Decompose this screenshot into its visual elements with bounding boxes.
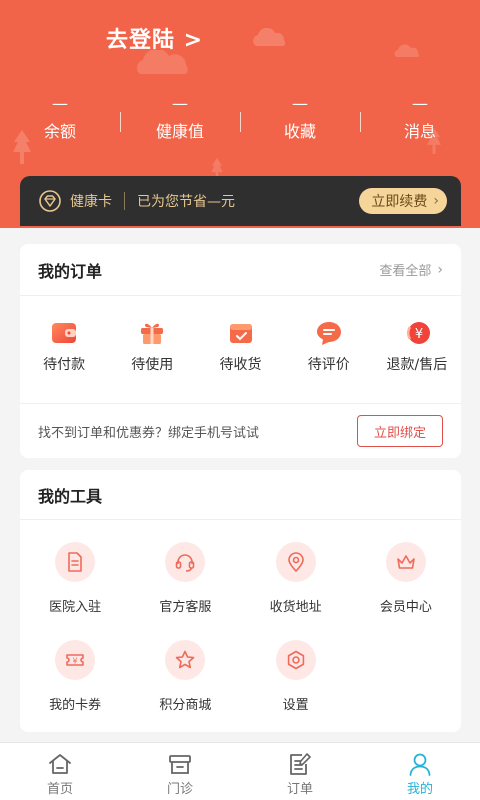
login-link[interactable]: 去登陆 >: [106, 22, 203, 54]
svg-text:¥: ¥: [415, 327, 423, 342]
order-status-row: 待付款 待使用 待收货 待评价 ¥ 退款/售后: [20, 296, 461, 404]
document-icon: [68, 552, 82, 572]
settings-gear-icon: [287, 650, 304, 670]
gift-icon: [141, 323, 164, 344]
cloud-decoration-icon: [394, 44, 419, 57]
tool-icon-bg: [275, 640, 316, 680]
chevron-right-icon: ›: [433, 193, 439, 209]
nav-profile[interactable]: 我的: [360, 743, 480, 800]
nav-home[interactable]: 首页: [0, 743, 120, 800]
stat-messages[interactable]: — 消息: [360, 94, 480, 144]
stat-label: 收藏: [283, 122, 316, 141]
order-item-label: 待收货: [219, 357, 262, 373]
my-orders-card: 我的订单 查看全部 › 待付款 待使用 待收货 待评价 ¥ 退款/售后 找不到订…: [20, 244, 461, 458]
star-icon: [176, 650, 195, 669]
account-stats: — 余额 — 健康值 — 收藏 — 消息: [0, 94, 480, 144]
stat-value: —: [52, 94, 68, 113]
tool-label: 我的卡券: [49, 698, 102, 713]
order-pending-payment[interactable]: 待付款: [20, 296, 108, 403]
stat-value: —: [172, 94, 188, 113]
renew-button-label: 立即续费: [371, 194, 428, 210]
view-all-orders-link[interactable]: 查看全部 ›: [379, 260, 443, 280]
tool-shipping-address[interactable]: 收货地址: [241, 542, 351, 630]
orders-header: 我的订单 查看全部 ›: [20, 244, 461, 296]
cloud-decoration-icon: [253, 28, 285, 46]
nav-label: 首页: [46, 782, 73, 797]
order-to-review[interactable]: 待评价: [285, 296, 373, 403]
tools-header: 我的工具: [20, 470, 461, 520]
nav-label: 订单: [286, 782, 313, 797]
order-item-label: 待使用: [131, 357, 174, 373]
tool-label: 收货地址: [269, 600, 322, 615]
refund-icon: ¥: [406, 322, 430, 344]
divider: [124, 192, 125, 210]
stat-favorites[interactable]: — 收藏: [240, 94, 360, 144]
diamond-icon: [39, 190, 61, 212]
orders-title: 我的订单: [38, 261, 103, 281]
tool-label: 官方客服: [159, 600, 212, 615]
tool-icon-bg: [275, 542, 316, 582]
tool-icon-bg: [55, 542, 96, 582]
crown-icon: [397, 555, 415, 569]
tool-settings[interactable]: 设置: [241, 640, 351, 728]
stat-balance[interactable]: — 余额: [0, 94, 120, 144]
comment-icon: [316, 322, 341, 345]
order-list-icon: [290, 753, 311, 775]
clinic-icon: [169, 755, 191, 774]
my-tools-card: 我的工具 医院入驻 官方客服 收货地址 会员中心 ¥ 我的卡券 积分商城 设置: [20, 470, 461, 732]
nav-orders[interactable]: 订单: [240, 743, 360, 800]
bind-phone-row: 找不到订单和优惠券？绑定手机号试试 立即绑定: [20, 404, 461, 458]
renew-button[interactable]: 立即续费 ›: [359, 188, 447, 214]
order-item-label: 退款/售后: [386, 357, 448, 373]
order-item-label: 待评价: [307, 357, 350, 373]
user-icon: [409, 753, 431, 776]
stat-health-value[interactable]: — 健康值: [120, 94, 240, 144]
delivery-box-icon: [229, 324, 252, 343]
chevron-right-icon: ›: [437, 261, 443, 278]
tool-icon-bg: ¥: [55, 640, 96, 680]
tool-label: 会员中心: [379, 600, 432, 615]
nav-clinic[interactable]: 门诊: [120, 743, 240, 800]
wallet-icon: [52, 323, 77, 343]
location-pin-icon: [287, 552, 304, 572]
svg-text:¥: ¥: [73, 657, 78, 666]
home-icon: [49, 754, 71, 774]
nav-label: 我的: [406, 782, 433, 797]
tool-member-center[interactable]: 会员中心: [351, 542, 461, 630]
bind-phone-tip: 找不到订单和优惠券？绑定手机号试试: [38, 425, 260, 441]
health-card-saving: 已为您节省—元: [137, 194, 235, 210]
stat-label: 消息: [403, 122, 436, 141]
order-refund-aftersale[interactable]: ¥ 退款/售后: [373, 296, 461, 403]
tools-title: 我的工具: [38, 486, 103, 506]
health-card-bar[interactable]: 健康卡 已为您节省—元 立即续费 ›: [20, 176, 461, 226]
bind-phone-button[interactable]: 立即绑定: [357, 415, 443, 447]
tool-my-coupons[interactable]: ¥ 我的卡券: [20, 640, 130, 728]
order-to-use[interactable]: 待使用: [108, 296, 196, 403]
tool-points-mall[interactable]: 积分商城: [130, 640, 240, 728]
tool-customer-service[interactable]: 官方客服: [130, 542, 240, 630]
headset-icon: [176, 554, 195, 572]
view-all-label: 查看全部: [379, 264, 432, 279]
bottom-navigation: 首页 门诊 订单 我的: [0, 742, 480, 800]
tool-icon-bg: [165, 640, 206, 680]
nav-label: 门诊: [166, 782, 193, 797]
tool-label: 积分商城: [159, 698, 212, 713]
stat-value: —: [412, 94, 428, 113]
stat-label: 余额: [43, 122, 76, 141]
tools-grid: 医院入驻 官方客服 收货地址 会员中心 ¥ 我的卡券 积分商城 设置: [20, 520, 461, 728]
tool-label: 设置: [282, 698, 309, 713]
tool-icon-bg: [165, 542, 206, 582]
order-item-label: 待付款: [43, 357, 86, 373]
stat-value: —: [292, 94, 308, 113]
stat-label: 健康值: [155, 122, 204, 141]
tool-hospital-join[interactable]: 医院入驻: [20, 542, 130, 630]
health-card-title: 健康卡: [70, 194, 112, 210]
tool-label: 医院入驻: [49, 600, 102, 615]
order-to-receive[interactable]: 待收货: [196, 296, 284, 403]
tool-icon-bg: [385, 542, 426, 582]
coupon-icon: ¥: [66, 654, 84, 666]
